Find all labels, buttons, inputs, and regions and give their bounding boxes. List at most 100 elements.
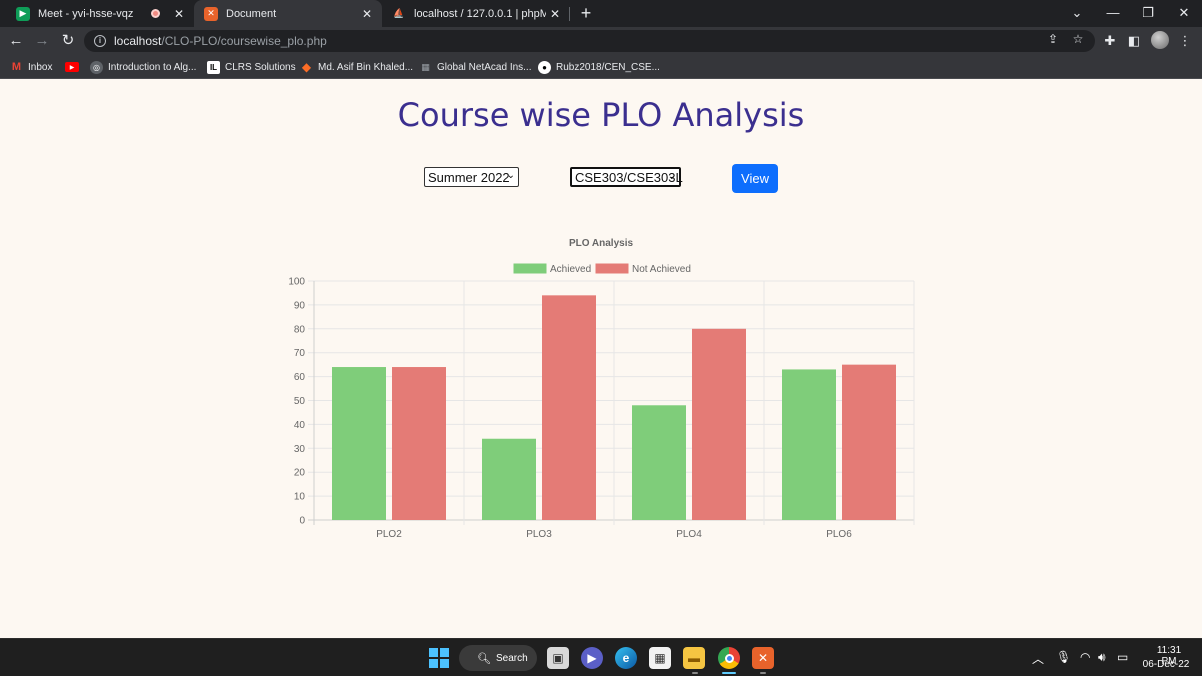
phpmyadmin-icon: ⛵ [393,8,405,18]
tab-title: Meet - yvi-hsse-vqz [38,7,134,20]
tab-phpmyadmin[interactable]: ⛵ localhost / 127.0.0.1 | phpMyAdm ✕ [382,0,570,27]
bookmark-netacad[interactable]: ▦ Global NetAcad Ins... [419,59,532,75]
close-icon[interactable]: ✕ [170,7,188,21]
clrs-icon: IL [207,60,220,74]
bookmark-star-icon[interactable]: ☆ [1070,31,1086,47]
youtube-icon: ▶ [65,62,79,72]
reload-icon[interactable]: ↻ [58,31,78,51]
bookmark-github[interactable]: ● Rubz2018/CEN_CSE... [538,59,660,75]
legend-swatch-2 [595,263,629,274]
y-tick-label: 100 [288,277,305,288]
bookmark-inbox[interactable]: M Inbox [10,59,53,75]
y-tick-label: 20 [294,468,306,479]
restore-icon[interactable]: ❐ [1131,0,1165,27]
share-icon[interactable]: ⇪ [1045,31,1061,47]
bookmark-gitlab[interactable]: ◆ Md. Asif Bin Khaled... [300,59,413,75]
menu-kebab-icon[interactable]: ⋮ [1177,33,1193,49]
profile-avatar[interactable] [1151,31,1169,49]
windows-taskbar: 🔍︎ Search ▣ ▶ e ▦ ▬ ✕ ︿ 🎙︎ ◠ 🔊︎ ▭ 11:31 … [0,638,1202,676]
browser-toolbar: ← → ↻ i localhost/CLO-PLO/coursewise_plo… [0,27,1202,55]
search-icon: 🔍︎ [477,652,491,665]
file-explorer-icon[interactable]: ▬ [683,647,705,669]
y-tick-label: 70 [294,348,306,359]
bookmark-label: Global NetAcad Ins... [437,61,532,73]
y-tick-label: 90 [294,300,306,311]
minimize-icon[interactable]: — [1096,0,1130,27]
bookmark-label: Rubz2018/CEN_CSE... [556,61,660,73]
tray-overflow-icon[interactable]: ︿ [1032,650,1044,667]
bar-not-achieved-plo3 [542,295,596,520]
bar-achieved-plo4 [632,405,686,520]
globe-icon: ◎ [90,60,103,74]
bar-not-achieved-plo4 [692,328,746,520]
bookmark-intro-alg[interactable]: ◎ Introduction to Alg... [90,59,196,75]
xampp-taskbar-icon[interactable]: ✕ [752,647,774,669]
tab-document[interactable]: ✕ Document ✕ [194,0,382,27]
bookmark-label: CLRS Solutions [225,61,296,73]
running-indicator [692,672,698,674]
clock-date[interactable]: 06-Dec-22 [1140,659,1192,670]
x-tick-label: PLO4 [676,529,702,540]
url-host: localhost [114,34,162,48]
x-tick-label: PLO2 [376,529,402,540]
extensions-icon[interactable]: ✚ [1102,33,1118,49]
edge-icon[interactable]: e [615,647,637,669]
bar-not-achieved-plo6 [842,364,896,520]
microphone-icon[interactable]: 🎙︎ [1056,650,1071,664]
url-path: /CLO-PLO/coursewise_plo.php [161,34,327,48]
tab-meet[interactable]: ▶ Meet - yvi-hsse-vqz ✕ [6,0,194,27]
y-tick-label: 50 [294,396,306,407]
address-bar[interactable]: i localhost/CLO-PLO/coursewise_plo.php [84,30,1095,52]
tab-separator [569,7,570,21]
browser-tab-bar: ▶ Meet - yvi-hsse-vqz ✕ ✕ Document ✕ ⛵ l… [0,0,1202,27]
bookmark-label: Md. Asif Bin Khaled... [318,61,414,73]
plo-bar-chart: PLO Analysis Achieved Not Achieved 0 10 20 30 4… [288,238,915,540]
side-panel-icon[interactable]: ◧ [1126,33,1142,49]
bar-achieved-plo2 [332,367,386,520]
recording-icon [151,9,160,18]
close-icon[interactable]: ✕ [546,7,564,21]
bar-achieved-plo3 [482,438,536,520]
y-tick-label: 10 [294,492,306,503]
volume-icon[interactable]: 🔊︎ [1098,650,1106,665]
gitlab-icon: ◆ [301,60,312,74]
bookmarks-bar: M Inbox ▶ ◎ Introduction to Alg... IL CL… [0,55,1202,79]
xampp-icon: ✕ [204,6,218,21]
store-icon[interactable]: ▦ [649,647,671,669]
window-close-icon[interactable]: ✕ [1167,0,1201,27]
bookmark-label: Introduction to Alg... [108,61,197,73]
y-tick-label: 40 [294,420,306,431]
close-icon[interactable]: ✕ [358,7,376,21]
site-info-icon[interactable]: i [94,35,106,47]
windows-start-icon[interactable] [428,647,450,669]
cisco-icon: ▦ [421,61,430,72]
x-tick-label: PLO6 [826,529,852,540]
tab-search-icon[interactable]: ⌄ [1060,0,1094,27]
taskbar-search[interactable]: 🔍︎ Search [459,645,537,671]
bookmark-youtube[interactable]: ▶ [65,59,84,75]
bar-not-achieved-plo2 [392,367,446,520]
bookmark-clrs[interactable]: IL CLRS Solutions [207,59,296,75]
gmail-icon: M [11,61,22,73]
tab-title: localhost / 127.0.0.1 | phpMyAdm [414,7,546,20]
new-tab-icon[interactable]: + [577,3,595,23]
legend-label-1: Achieved [550,264,591,275]
x-tick-label: PLO3 [526,529,552,540]
legend-swatch-1 [513,263,547,274]
y-tick-label: 60 [294,372,306,383]
y-tick-label: 0 [299,516,305,527]
y-tick-label: 30 [294,444,306,455]
task-view-icon[interactable]: ▣ [547,647,569,669]
page-content: Course wise PLO Analysis Summer 2022 ⌄ C… [0,80,1202,638]
back-icon[interactable]: ← [6,31,26,51]
forward-icon[interactable]: → [32,31,52,51]
tab-title: Document [226,7,277,20]
google-meet-icon: ▶ [16,6,30,21]
github-icon: ● [538,60,551,74]
battery-icon[interactable]: ▭ [1117,650,1128,664]
chrome-icon[interactable] [718,647,740,669]
chart-title: PLO Analysis [569,238,634,249]
wifi-icon[interactable]: ◠ [1080,650,1090,664]
bar-achieved-plo6 [782,369,836,520]
teams-chat-icon[interactable]: ▶ [581,647,603,669]
